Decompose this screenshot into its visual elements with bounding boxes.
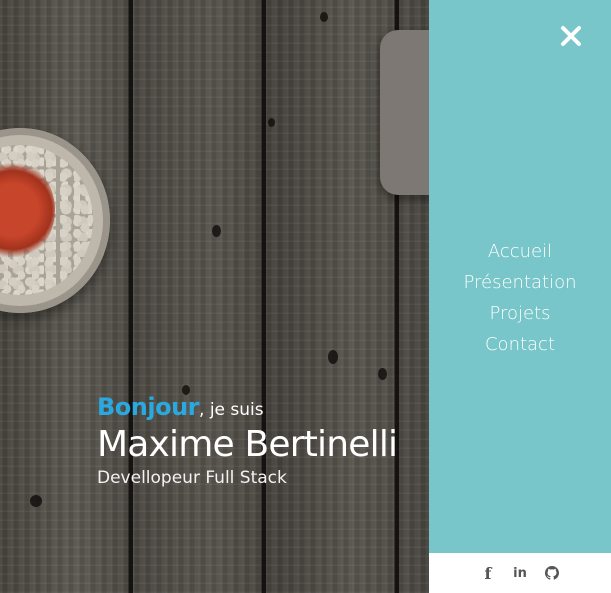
facebook-icon[interactable]: f [481, 564, 495, 583]
greeting-line: Bonjour, je suis [97, 393, 397, 421]
hero-name: Maxime Bertinelli [97, 424, 398, 465]
wood-knot [268, 118, 275, 127]
close-icon[interactable] [557, 22, 585, 50]
main-nav: Accueil Présentation Projets Contact [429, 236, 611, 360]
linkedin-icon[interactable]: in [513, 565, 527, 581]
greeting-rest: , je suis [199, 400, 264, 420]
hero-section: Bonjour, je suis Maxime Bertinelli Devel… [0, 0, 429, 593]
nav-item-projets[interactable]: Projets [429, 298, 611, 329]
laptop-corner-image [380, 30, 429, 195]
nav-item-contact[interactable]: Contact [429, 329, 611, 360]
side-menu: Accueil Présentation Projets Contact [429, 0, 611, 553]
wood-knot [378, 368, 387, 380]
nav-item-presentation[interactable]: Présentation [429, 267, 611, 298]
hero-role: Devellopeur Full Stack [97, 468, 287, 488]
wood-knot [328, 350, 338, 364]
wood-knot [30, 495, 42, 507]
social-links: f in [429, 553, 611, 593]
wood-knot [320, 12, 328, 22]
hero-intro: Bonjour, je suis Maxime Bertinelli Devel… [97, 393, 398, 489]
greeting-highlight: Bonjour [97, 393, 200, 421]
wood-knot [212, 225, 221, 237]
github-icon[interactable] [545, 565, 559, 581]
nav-item-accueil[interactable]: Accueil [429, 236, 611, 267]
